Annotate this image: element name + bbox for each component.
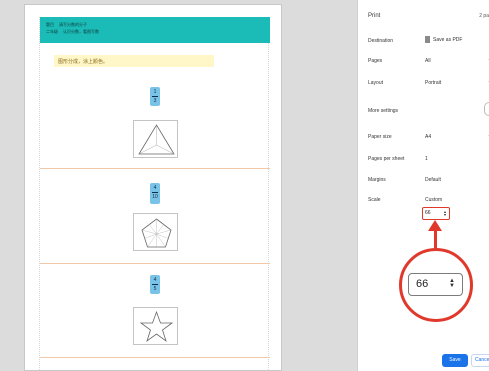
shape-triangle-box bbox=[133, 120, 178, 158]
margins-select[interactable]: Default bbox=[425, 177, 441, 183]
fraction-denominator: 5 bbox=[153, 286, 157, 292]
destination-value: Save as PDF bbox=[433, 36, 463, 43]
triangle-icon bbox=[138, 124, 175, 155]
fraction-denominator: 10 bbox=[152, 194, 158, 200]
worksheet-hint: 图形分成，涂上颜色。 bbox=[54, 55, 214, 67]
sheet-count: 2 pa bbox=[479, 13, 489, 19]
cancel-button[interactable]: Cancel bbox=[471, 354, 489, 367]
worksheet-header: 题目 请写分数的分子 二年级 认识分数，看图写数 bbox=[40, 17, 270, 43]
preview-page: 题目 请写分数的分子 二年级 认识分数，看图写数 图形分成，涂上颜色。 1 3 bbox=[24, 4, 282, 371]
fraction-badge: 1 3 bbox=[150, 87, 160, 106]
fraction-badge: 4 5 bbox=[150, 275, 160, 294]
fraction-numerator: 4 bbox=[153, 277, 157, 283]
header-row1-label: 题目 bbox=[46, 22, 54, 27]
zoomed-scale-value: 66 bbox=[416, 278, 429, 290]
more-settings-toggle[interactable]: More settings bbox=[368, 108, 398, 114]
header-row2-label: 二年级 bbox=[46, 29, 58, 34]
section-divider bbox=[40, 357, 270, 358]
paper-size-label: Paper size bbox=[368, 134, 392, 140]
header-row2-value: 认识分数，看图写数 bbox=[63, 29, 99, 34]
section-divider bbox=[40, 168, 270, 169]
scale-input-highlighted[interactable]: 66 ▴ ▾ bbox=[422, 207, 450, 220]
pages-per-sheet-select[interactable]: 1 bbox=[425, 156, 428, 162]
destination-label: Destination bbox=[368, 38, 394, 44]
scale-label: Scale bbox=[368, 197, 381, 203]
pentagon-icon bbox=[141, 218, 172, 248]
print-title: Print bbox=[368, 13, 381, 19]
margins-label: Margins bbox=[368, 177, 386, 183]
pages-per-sheet-label: Pages per sheet bbox=[368, 156, 405, 162]
paper-size-select[interactable]: A4 bbox=[425, 134, 431, 140]
arrow-shaft bbox=[434, 230, 437, 250]
pages-label: Pages bbox=[368, 58, 383, 64]
fraction-numerator: 4 bbox=[153, 185, 157, 191]
stepper-icon[interactable]: ▴ ▾ bbox=[444, 210, 446, 217]
layout-label: Layout bbox=[368, 80, 384, 86]
scale-select[interactable]: Custom bbox=[425, 197, 442, 203]
expand-more-icon[interactable] bbox=[484, 102, 489, 116]
pdf-file-icon bbox=[425, 36, 430, 43]
fraction-badge: 4 10 bbox=[150, 183, 160, 204]
save-button[interactable]: Save bbox=[442, 354, 468, 367]
fraction-numerator: 1 bbox=[153, 89, 157, 95]
page-content: 题目 请写分数的分子 二年级 认识分数，看图写数 图形分成，涂上颜色。 1 3 bbox=[39, 17, 270, 370]
pages-select[interactable]: All bbox=[425, 58, 431, 64]
star-icon bbox=[139, 310, 174, 343]
layout-select[interactable]: Portrait bbox=[425, 80, 441, 86]
shape-star-box bbox=[133, 307, 178, 345]
header-row1-value: 请写分数的分子 bbox=[59, 22, 87, 27]
shape-pentagon-box bbox=[133, 213, 178, 251]
scale-input-value: 66 bbox=[425, 210, 431, 216]
fraction-denominator: 3 bbox=[153, 98, 157, 104]
scale-input-zoomed[interactable]: 66 ▲ ▼ bbox=[408, 273, 463, 296]
section-divider bbox=[40, 263, 270, 264]
destination-select[interactable]: Save as PDF bbox=[425, 36, 462, 43]
stepper-icon[interactable]: ▲ ▼ bbox=[449, 278, 455, 289]
